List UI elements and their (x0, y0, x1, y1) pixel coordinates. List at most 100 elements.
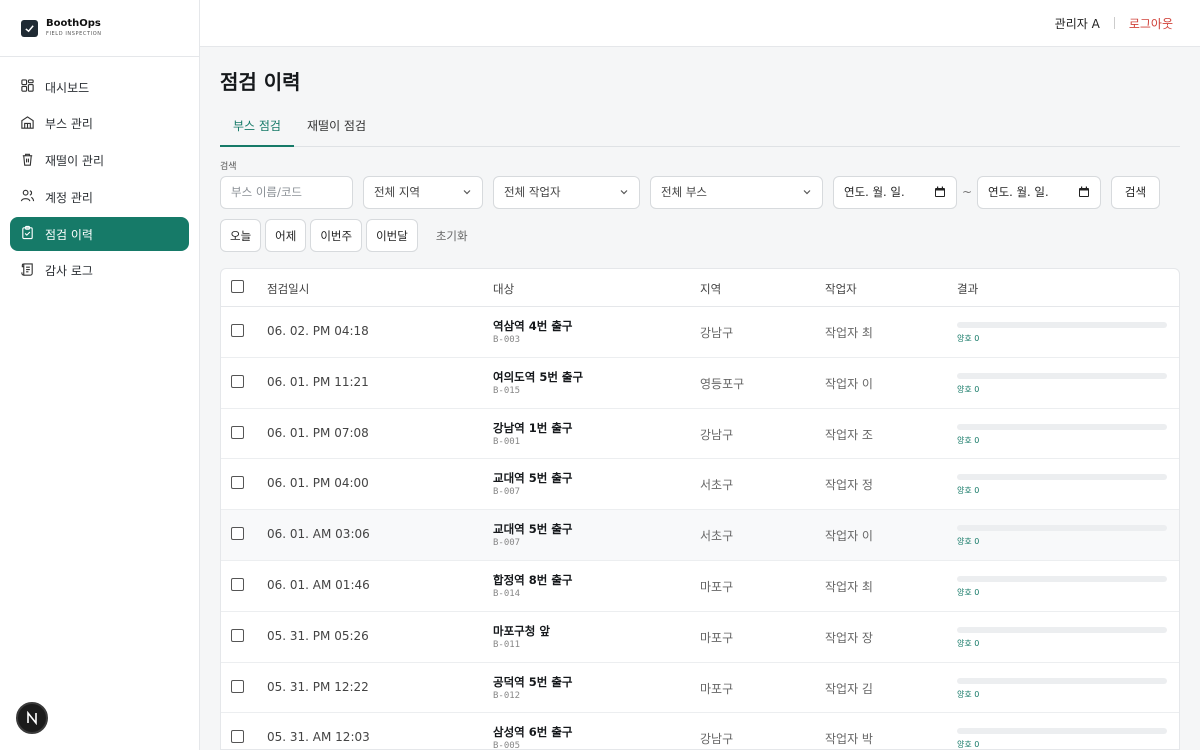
row-datetime: 05. 31. AM 12:03 (267, 730, 370, 745)
row-target-name: 여의도역 5번 출구 (493, 369, 584, 384)
row-checkbox[interactable] (231, 577, 244, 591)
sidebar-nav: 대시보드 부스 관리 재떨이 관리 계정 관리 점검 이력 감사 로그 (0, 57, 199, 288)
region-select[interactable]: 전체 지역 (363, 175, 483, 209)
row-worker: 작업자 이 (825, 529, 873, 544)
sidebar-item-dashboard[interactable]: 대시보드 (10, 70, 189, 104)
row-datetime: 05. 31. PM 12:22 (267, 679, 369, 694)
row-result: 양호 0 (957, 486, 980, 496)
table-row[interactable]: 05. 31. PM 12:22 공덕역 5번 출구 B-012 마포구 작업자… (221, 663, 1179, 714)
table-row[interactable]: 05. 31. PM 05:26 마포구청 앞 B-011 마포구 작업자 장 … (221, 612, 1179, 663)
row-target-name: 역삼역 4번 출구 (493, 319, 573, 333)
sidebar-item-label: 부스 관리 (45, 117, 93, 132)
row-checkbox[interactable] (231, 679, 244, 693)
row-result: 양호 0 (957, 740, 980, 750)
row-target-code: B-011 (493, 639, 521, 650)
row-target-name: 교대역 5번 출구 (493, 522, 573, 537)
row-target-name: 마포구청 앞 (493, 623, 550, 638)
row-result: 양호 0 (957, 689, 980, 699)
scroll-icon (20, 262, 35, 280)
sidebar-item-booths[interactable]: 부스 관리 (10, 107, 189, 141)
users-icon (20, 188, 35, 206)
row-result: 양호 0 (957, 638, 980, 648)
column-header-target[interactable]: 대상 (493, 281, 514, 297)
quick-yesterday-button[interactable]: 어제 (265, 219, 307, 252)
row-result: 양호 0 (957, 587, 980, 597)
reset-button[interactable]: 초기화 (436, 228, 468, 244)
row-target-code: B-005 (493, 741, 521, 750)
sidebar-item-ashtrays[interactable]: 재떨이 관리 (10, 144, 189, 178)
row-checkbox[interactable] (231, 730, 244, 744)
table-row[interactable]: 06. 01. PM 07:08 강남역 1번 출구 B-001 강남구 작업자… (221, 409, 1179, 460)
sidebar-item-label: 대시보드 (45, 80, 90, 95)
sidebar-item-label: 점검 이력 (45, 227, 93, 242)
search-placeholder: 부스 이름/코드 (231, 185, 303, 199)
row-region: 강남구 (700, 326, 734, 340)
logout-link[interactable]: 로그아웃 (1129, 15, 1173, 32)
table-row[interactable]: 06. 02. PM 04:18 역삼역 4번 출구 B-003 강남구 작업자… (221, 307, 1179, 358)
row-checkbox[interactable] (231, 527, 244, 541)
date-from-input[interactable]: 연도. 월. 일. (833, 175, 957, 209)
row-checkbox[interactable] (231, 324, 244, 337)
quick-range-bar: 오늘 어제 이번주 이번달 초기화 (220, 219, 1180, 252)
column-header-result[interactable]: 결과 (957, 281, 978, 297)
tab-ashtray-inspection[interactable]: 재떨이 점검 (294, 117, 379, 147)
sidebar-item-inspection-history[interactable]: 점검 이력 (10, 217, 189, 252)
sidebar-item-label: 감사 로그 (45, 264, 93, 279)
table-row[interactable]: 05. 31. AM 12:03 삼성역 6번 출구 B-005 강남구 작업자… (221, 713, 1179, 750)
trash-icon (20, 152, 35, 170)
select-all-checkbox[interactable] (231, 280, 244, 293)
worker-select[interactable]: 전체 작업자 (493, 175, 640, 209)
n-logo-icon (27, 711, 37, 725)
row-checkbox[interactable] (231, 374, 244, 388)
date-to-input[interactable]: 연도. 월. 일. (977, 175, 1101, 209)
calendar-icon[interactable] (934, 186, 946, 198)
sidebar-item-audit-log[interactable]: 감사 로그 (10, 254, 189, 288)
calendar-icon[interactable] (1078, 186, 1090, 198)
row-target-code: B-003 (493, 335, 521, 345)
row-datetime: 06. 01. AM 03:06 (267, 527, 370, 542)
row-target-code: B-014 (493, 588, 521, 599)
worker-select-value: 전체 작업자 (504, 185, 561, 199)
quick-this-week-button[interactable]: 이번주 (310, 219, 363, 252)
date-to-value: 연도. 월. 일. (988, 185, 1049, 199)
row-worker: 작업자 최 (825, 326, 873, 340)
row-result: 양호 0 (957, 537, 980, 547)
column-header-datetime[interactable]: 점검일시 (267, 281, 309, 297)
dev-tools-badge[interactable] (16, 702, 48, 734)
table-row[interactable]: 06. 01. AM 03:06 교대역 5번 출구 B-007 서초구 작업자… (221, 510, 1179, 561)
date-range-separator: ~ (961, 185, 973, 199)
table-row[interactable]: 06. 01. AM 01:46 합정역 8번 출구 B-014 마포구 작업자… (221, 561, 1179, 612)
row-checkbox[interactable] (231, 628, 244, 642)
search-input[interactable]: 부스 이름/코드 (220, 175, 353, 209)
search-button[interactable]: 검색 (1111, 175, 1160, 209)
result-bar (957, 728, 1167, 735)
row-checkbox[interactable] (231, 425, 244, 439)
column-header-region[interactable]: 지역 (700, 281, 721, 297)
row-datetime: 05. 31. PM 05:26 (267, 628, 369, 643)
brand[interactable]: BoothOps FIELD INSPECTION (0, 0, 199, 57)
sidebar: BoothOps FIELD INSPECTION 대시보드 부스 관리 재떨이… (0, 0, 200, 750)
row-worker: 작업자 박 (825, 732, 873, 747)
row-result: 양호 0 (957, 435, 980, 445)
column-header-worker[interactable]: 작업자 (825, 281, 857, 297)
row-region: 영등포구 (700, 376, 745, 391)
quick-this-month-button[interactable]: 이번달 (366, 219, 418, 252)
inspection-table: 점검일시 대상 지역 작업자 결과 06. 02. PM 04:18 역삼역 4… (220, 268, 1180, 750)
row-datetime: 06. 01. AM 01:46 (267, 577, 370, 592)
date-from-value: 연도. 월. 일. (844, 185, 905, 199)
row-target-code: B-007 (493, 487, 521, 498)
row-result: 양호 0 (957, 334, 980, 343)
header-divider (1113, 17, 1115, 29)
row-target-code: B-012 (493, 690, 521, 701)
row-worker: 작업자 정 (825, 478, 873, 493)
row-worker: 작업자 장 (825, 630, 873, 645)
table-row[interactable]: 06. 01. PM 11:21 여의도역 5번 출구 B-015 영등포구 작… (221, 358, 1179, 409)
tab-booth-inspection[interactable]: 부스 점검 (220, 117, 294, 147)
result-bar (957, 423, 1167, 430)
row-checkbox[interactable] (231, 476, 244, 490)
quick-today-button[interactable]: 오늘 (220, 219, 262, 252)
table-row[interactable]: 06. 01. PM 04:00 교대역 5번 출구 B-007 서초구 작업자… (221, 459, 1179, 511)
booth-select[interactable]: 전체 부스 (650, 175, 823, 209)
sidebar-item-accounts[interactable]: 계정 관리 (10, 180, 189, 214)
row-region: 마포구 (700, 579, 734, 594)
